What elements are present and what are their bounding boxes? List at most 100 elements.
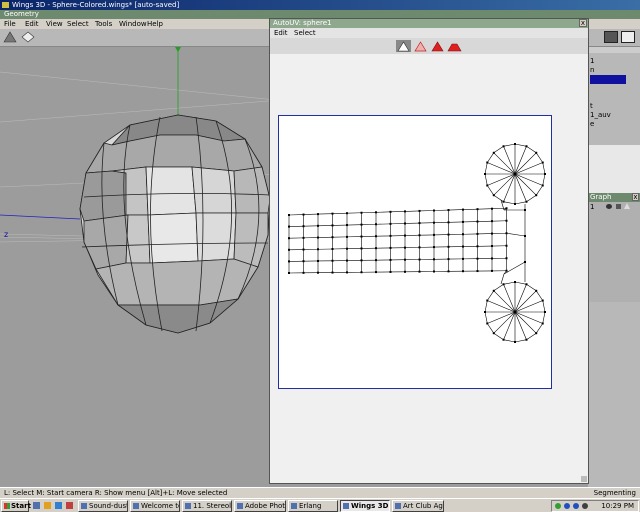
uv-vertex[interactable] bbox=[317, 271, 319, 274]
menu-help[interactable]: Help bbox=[147, 19, 163, 29]
uv-vertex[interactable] bbox=[331, 259, 334, 262]
media-icon[interactable] bbox=[66, 502, 73, 509]
uv-vertex[interactable] bbox=[524, 261, 526, 263]
uv-vertex[interactable] bbox=[288, 214, 290, 216]
smooth-preview-icon[interactable] bbox=[604, 31, 618, 43]
uv-vertex[interactable] bbox=[476, 270, 479, 273]
uv-vertex[interactable] bbox=[462, 257, 464, 260]
uv-vertex[interactable] bbox=[389, 258, 392, 261]
uv-vertex[interactable] bbox=[484, 311, 486, 313]
uv-vertex[interactable] bbox=[317, 236, 319, 239]
uv-vertex[interactable] bbox=[288, 260, 290, 263]
uv-vertex[interactable] bbox=[346, 212, 348, 215]
autouv-menu-select[interactable]: Select bbox=[294, 28, 316, 38]
window-titlebar[interactable]: Wings 3D - Sphere-Colored.wings* [auto-s… bbox=[0, 0, 640, 10]
task-erlang[interactable]: Erlang bbox=[288, 500, 338, 512]
uv-vertex[interactable] bbox=[375, 271, 377, 274]
uv-vertex[interactable] bbox=[447, 221, 450, 224]
uv-vertex[interactable] bbox=[525, 145, 528, 148]
uv-vertex[interactable] bbox=[525, 338, 528, 341]
uv-vertex[interactable] bbox=[331, 247, 334, 250]
task-welcome[interactable]: Welcome to t... bbox=[130, 500, 180, 512]
uv-vertex[interactable] bbox=[447, 270, 450, 273]
outliner-line[interactable]: t bbox=[590, 102, 626, 111]
autouv-menu-edit[interactable]: Edit bbox=[274, 28, 288, 38]
uv-vertex[interactable] bbox=[360, 259, 363, 262]
start-button[interactable]: Start bbox=[1, 500, 31, 512]
graph-object-id[interactable]: 1 bbox=[590, 203, 594, 211]
uv-vertex[interactable] bbox=[447, 245, 450, 248]
uv-vertex[interactable] bbox=[418, 246, 421, 249]
uv-vertex[interactable] bbox=[525, 200, 528, 203]
desktop-icon[interactable] bbox=[33, 502, 40, 509]
uv-vertex[interactable] bbox=[447, 258, 450, 261]
vertex-select-mode-icon[interactable] bbox=[396, 40, 411, 52]
menu-file[interactable]: File bbox=[4, 19, 16, 29]
uv-vertex[interactable] bbox=[491, 257, 493, 260]
uv-vertex[interactable] bbox=[346, 271, 348, 274]
uv-vertex[interactable] bbox=[535, 194, 538, 197]
uv-vertex[interactable] bbox=[375, 211, 377, 214]
menu-select[interactable]: Select bbox=[67, 19, 89, 29]
uv-vertex[interactable] bbox=[486, 161, 489, 164]
uv-vertex[interactable] bbox=[331, 236, 334, 239]
uv-vertex[interactable] bbox=[418, 209, 421, 212]
uv-vertex[interactable] bbox=[288, 225, 290, 228]
task-art-club[interactable]: Art Club Age... bbox=[392, 500, 444, 512]
uv-vertex[interactable] bbox=[433, 270, 435, 273]
uv-vertex[interactable] bbox=[346, 235, 348, 238]
uv-vertex[interactable] bbox=[462, 270, 464, 273]
close-icon[interactable]: x bbox=[579, 19, 587, 27]
uv-vertex[interactable] bbox=[375, 223, 377, 226]
uv-vertex[interactable] bbox=[433, 221, 435, 224]
uv-vertex[interactable] bbox=[514, 173, 516, 175]
uv-vertex[interactable] bbox=[418, 222, 421, 225]
menu-edit[interactable]: Edit bbox=[25, 19, 39, 29]
uv-vertex[interactable] bbox=[302, 213, 305, 216]
volume-icon[interactable] bbox=[582, 503, 588, 509]
uv-vertex[interactable] bbox=[346, 224, 348, 227]
outliner-selected-item[interactable] bbox=[590, 75, 626, 84]
autouv-titlebar[interactable]: AutoUV: sphere1 x bbox=[270, 19, 588, 28]
uv-vertex[interactable] bbox=[433, 233, 435, 236]
uv-vertex[interactable] bbox=[404, 234, 406, 237]
uv-vertex[interactable] bbox=[505, 219, 508, 222]
edge-select-mode-icon[interactable] bbox=[413, 40, 428, 52]
uv-vertex[interactable] bbox=[541, 322, 544, 325]
uv-vertex[interactable] bbox=[524, 209, 526, 211]
uv-vertex[interactable] bbox=[476, 257, 479, 260]
uv-vertex[interactable] bbox=[535, 289, 538, 292]
uv-vertex[interactable] bbox=[389, 270, 392, 273]
uv-vertex[interactable] bbox=[302, 236, 305, 239]
uv-vertex[interactable] bbox=[375, 247, 377, 250]
uv-vertex[interactable] bbox=[375, 259, 377, 262]
uv-vertex[interactable] bbox=[317, 248, 319, 251]
uv-vertex[interactable] bbox=[514, 143, 516, 145]
uv-vertex[interactable] bbox=[505, 257, 508, 260]
face-select-mode-icon[interactable] bbox=[430, 40, 445, 52]
uv-vertex[interactable] bbox=[346, 247, 348, 250]
uv-vertex[interactable] bbox=[433, 246, 435, 249]
tray-icon[interactable] bbox=[564, 503, 570, 509]
uv-vertex[interactable] bbox=[514, 281, 516, 283]
uv-vertex[interactable] bbox=[302, 260, 305, 263]
uv-vertex[interactable] bbox=[505, 232, 508, 235]
uv-vertex[interactable] bbox=[491, 220, 493, 223]
task-adobe-photoshop[interactable]: Adobe Photo... bbox=[234, 500, 286, 512]
tray-icon[interactable] bbox=[555, 503, 561, 509]
uv-vertex[interactable] bbox=[404, 270, 406, 273]
uv-vertex[interactable] bbox=[447, 233, 450, 236]
uv-vertex[interactable] bbox=[360, 271, 363, 274]
uv-vertex[interactable] bbox=[491, 232, 493, 235]
task-sound-dust[interactable]: Sound-dust (... bbox=[78, 500, 128, 512]
uv-vertex[interactable] bbox=[331, 271, 334, 274]
uv-vertex[interactable] bbox=[476, 220, 479, 223]
uv-vertex[interactable] bbox=[484, 173, 486, 175]
body-select-mode-icon[interactable] bbox=[447, 40, 462, 52]
graph-panel-title[interactable]: Graph x bbox=[588, 193, 640, 202]
uv-vertex[interactable] bbox=[476, 208, 479, 211]
edge-mode-icon[interactable] bbox=[21, 31, 35, 43]
uv-vertex[interactable] bbox=[317, 224, 319, 227]
uv-vertex[interactable] bbox=[491, 269, 493, 272]
uv-vertex[interactable] bbox=[302, 271, 305, 274]
